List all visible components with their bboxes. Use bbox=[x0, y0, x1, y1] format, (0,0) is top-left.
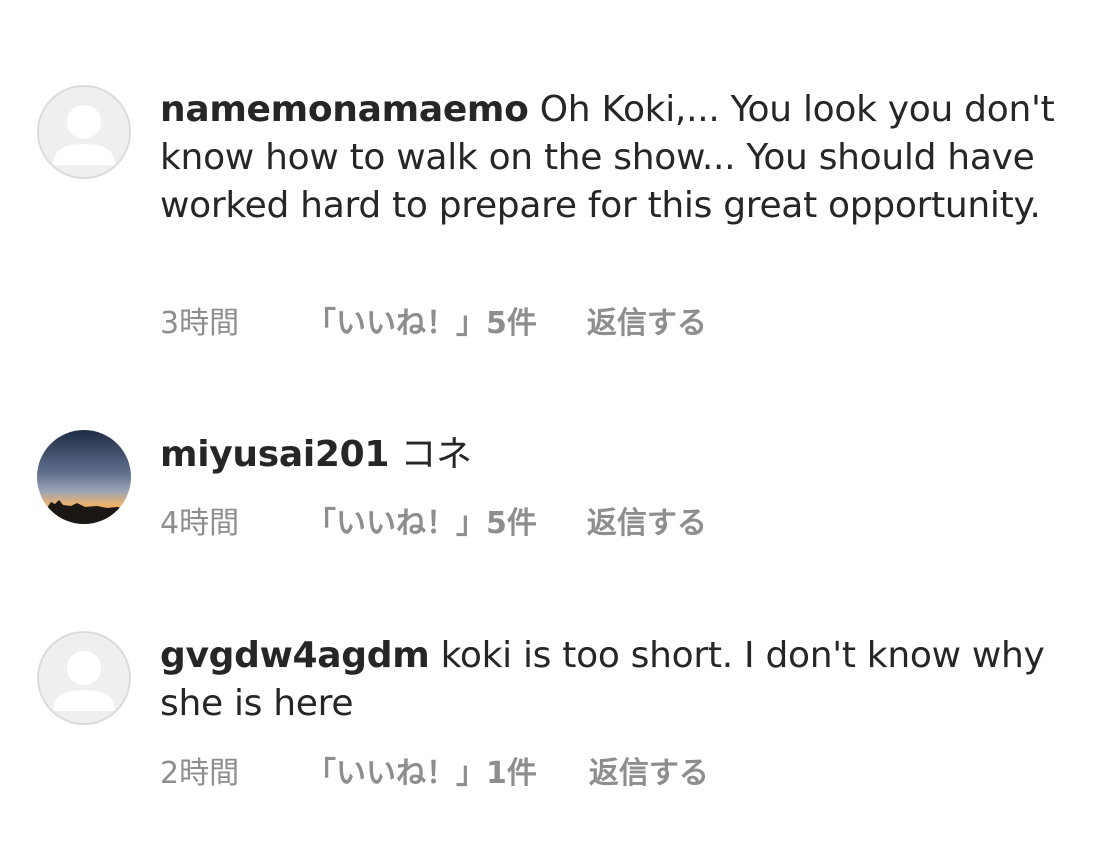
avatar[interactable] bbox=[37, 430, 131, 524]
likes-count-link[interactable]: 「いいね！」5件 bbox=[306, 506, 537, 542]
likes-count-link[interactable]: 「いいね！」1件 bbox=[306, 756, 537, 792]
comment-time: 3時間 bbox=[160, 306, 240, 341]
comment-time: 2時間 bbox=[160, 756, 240, 791]
likes-count-link[interactable]: 「いいね！」5件 bbox=[306, 306, 537, 342]
reply-button[interactable]: 返信する bbox=[587, 506, 707, 542]
comment-time: 4時間 bbox=[160, 506, 240, 541]
avatar[interactable] bbox=[37, 631, 131, 725]
comment-username[interactable]: gvgdw4agdm bbox=[160, 635, 430, 676]
avatar[interactable] bbox=[37, 85, 131, 179]
comment-username[interactable]: namemonamaemo bbox=[160, 89, 529, 130]
default-avatar-icon bbox=[53, 651, 115, 711]
reply-button[interactable]: 返信する bbox=[587, 306, 707, 342]
comment-meta: 4時間 「いいね！」5件 返信する bbox=[160, 506, 707, 542]
reply-button[interactable]: 返信する bbox=[589, 756, 709, 792]
comment-text: コネ bbox=[400, 434, 472, 475]
comment-meta: 2時間 「いいね！」1件 返信する bbox=[160, 756, 709, 792]
comment-body: miyusai201 コネ bbox=[160, 431, 1060, 479]
comment-meta: 3時間 「いいね！」5件 返信する bbox=[160, 306, 707, 342]
comment-username[interactable]: miyusai201 bbox=[160, 434, 389, 475]
sunset-photo-avatar bbox=[37, 430, 131, 524]
default-avatar-icon bbox=[53, 105, 115, 165]
comment-body: gvgdw4agdm koki is too short. I don't kn… bbox=[160, 632, 1060, 728]
comment-body: namemonamaemo Oh Koki,... You look you d… bbox=[160, 86, 1060, 230]
